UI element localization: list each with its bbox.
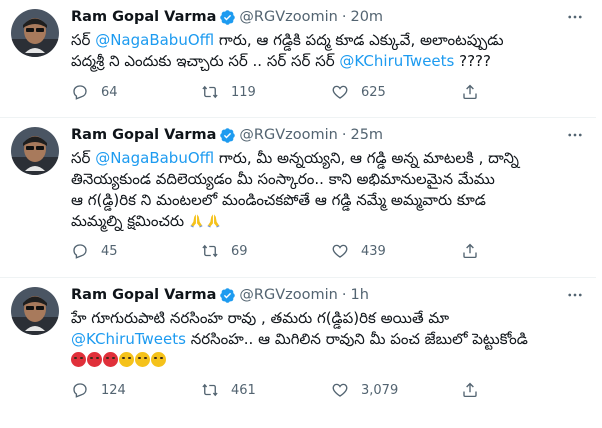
author-name[interactable]: Ram Gopal Varma <box>71 125 216 145</box>
reply-button[interactable]: 45 <box>71 242 201 260</box>
author-name[interactable]: Ram Gopal Varma <box>71 7 216 27</box>
retweet-button[interactable]: 461 <box>201 381 331 399</box>
like-count: 3,079 <box>361 382 399 398</box>
separator-dot: · <box>341 287 347 303</box>
angry-face-emoji-icon <box>103 352 118 367</box>
author-handle[interactable]: @RGVzoomin <box>239 125 337 145</box>
tweet-text-line: మమ్మల్ని క్షమించరు <box>71 211 581 232</box>
mention-link[interactable]: @KChiruTweets <box>339 52 454 70</box>
heart-icon <box>332 383 348 397</box>
tweet-text-run: గారు, ఆ గడ్డికి పద్మ కూడ ఎక్కువే, అలాంటప… <box>214 31 504 49</box>
reply-button[interactable]: 64 <box>71 83 201 101</box>
reply-count: 45 <box>101 243 118 259</box>
tweet-text: సర్ @NagaBabuOffl గారు, ఆ గడ్డికి పద్మ క… <box>71 30 581 72</box>
more-options-icon[interactable] <box>566 126 584 144</box>
separator-dot: · <box>341 9 347 25</box>
tweet-text-run: సర్ <box>71 149 96 167</box>
tweet-text-line: సర్ @NagaBabuOffl గారు, మీ అన్నయ్యని, ఆ … <box>71 148 581 169</box>
avatar[interactable] <box>11 9 59 57</box>
tweet-actions: 64 119 625 <box>71 82 501 102</box>
tweet-text-run: సర్ <box>71 31 96 49</box>
retweet-button[interactable]: 69 <box>201 242 331 260</box>
tweet-actions: 124 461 3,079 <box>71 380 501 400</box>
tweet-text-run: ???? <box>454 52 491 70</box>
folded-hands-emoji-icon <box>189 213 204 228</box>
tweet[interactable]: Ram Gopal Varma @RGVzoomin · 20m సర్ @Na… <box>0 0 596 118</box>
retweet-icon <box>202 383 218 397</box>
like-button[interactable]: 439 <box>331 242 461 260</box>
verified-badge-icon <box>219 287 236 304</box>
tweet-timestamp[interactable]: 25m <box>350 125 383 145</box>
tweet-text-line: హే గూగురుపాటి నరసింహ రావు , తమరు గ(డ్డిప… <box>71 308 581 329</box>
relieved-face-emoji-icon <box>135 352 150 367</box>
share-icon <box>463 243 477 259</box>
share-button[interactable] <box>461 83 491 101</box>
heart-icon <box>332 244 348 258</box>
reply-count: 124 <box>101 382 126 398</box>
separator-dot: · <box>341 127 347 143</box>
retweet-icon <box>202 85 218 99</box>
tweet[interactable]: Ram Gopal Varma @RGVzoomin · 25m సర్ @Na… <box>0 118 596 278</box>
relieved-face-emoji-icon <box>151 352 166 367</box>
like-count: 439 <box>361 243 386 259</box>
author-name[interactable]: Ram Gopal Varma <box>71 285 216 305</box>
tweet-header: Ram Gopal Varma @RGVzoomin · 20m <box>71 7 383 27</box>
more-options-icon[interactable] <box>566 286 584 304</box>
relieved-face-emoji-icon <box>119 352 134 367</box>
share-button[interactable] <box>461 381 491 399</box>
angry-face-emoji-icon <box>87 352 102 367</box>
like-count: 625 <box>361 84 386 100</box>
mention-link[interactable]: @NagaBabuOffl <box>95 31 214 49</box>
angry-face-emoji-icon <box>71 352 86 367</box>
author-handle[interactable]: @RGVzoomin <box>239 285 337 305</box>
tweet-timestamp[interactable]: 20m <box>350 7 383 27</box>
share-icon <box>463 84 477 100</box>
tweet-text-line: ఆ గ(డ్డి)రిక ని మంటలలో మండించకపోతే ఆ గడ్… <box>71 190 581 211</box>
tweet-text-run: ఆ గ(డ్డి)రిక ని మంటలలో మండించకపోతే ఆ గడ్… <box>71 191 486 209</box>
reply-button[interactable]: 124 <box>71 381 201 399</box>
reply-count: 64 <box>101 84 118 100</box>
tweet-text-run: పద్మశ్రీ ని ఎందుకు ఇచ్చారు సర్ .. సర్ సర… <box>71 52 340 70</box>
tweet-actions: 45 69 439 <box>71 241 501 261</box>
share-icon <box>463 382 477 398</box>
reply-icon <box>73 383 87 398</box>
tweet-header: Ram Gopal Varma @RGVzoomin · 1h <box>71 285 369 305</box>
retweet-count: 119 <box>231 84 256 100</box>
tweet-text: హే గూగురుపాటి నరసింహ రావు , తమరు గ(డ్డిప… <box>71 308 581 371</box>
tweet[interactable]: Ram Gopal Varma @RGVzoomin · 1h హే గూగుర… <box>0 278 596 428</box>
more-options-icon[interactable] <box>566 8 584 26</box>
tweet-feed: Ram Gopal Varma @RGVzoomin · 20m సర్ @Na… <box>0 0 602 428</box>
tweet-text-run: నరసింహ.. ఆ మిగిలిన రావుని మీ పంచ జేబులో … <box>185 330 528 348</box>
tweet-text-run: మమ్మల్ని క్షమించరు <box>71 212 189 230</box>
like-button[interactable]: 3,079 <box>331 381 461 399</box>
share-button[interactable] <box>461 242 491 260</box>
retweet-count: 69 <box>231 243 248 259</box>
tweet-text-line: తినెయ్యకుండ వదిలెయ్యడం మీ సంస్కారం.. కాన… <box>71 169 581 190</box>
like-button[interactable]: 625 <box>331 83 461 101</box>
tweet-text-run: హే గూగురుపాటి నరసింహ రావు , తమరు గ(డ్డిప… <box>71 309 450 327</box>
tweet-text: సర్ @NagaBabuOffl గారు, మీ అన్నయ్యని, ఆ … <box>71 148 581 232</box>
tweet-text-line: పద్మశ్రీ ని ఎందుకు ఇచ్చారు సర్ .. సర్ సర… <box>71 51 581 72</box>
verified-badge-icon <box>219 9 236 26</box>
tweet-text-line <box>71 350 581 371</box>
tweet-text-line: సర్ @NagaBabuOffl గారు, ఆ గడ్డికి పద్మ క… <box>71 30 581 51</box>
reply-icon <box>73 85 87 100</box>
tweet-text-line: @KChiruTweets నరసింహ.. ఆ మిగిలిన రావుని … <box>71 329 581 350</box>
author-handle[interactable]: @RGVzoomin <box>239 7 337 27</box>
mention-link[interactable]: @KChiruTweets <box>71 330 186 348</box>
mention-link[interactable]: @NagaBabuOffl <box>95 149 214 167</box>
reply-icon <box>73 244 87 259</box>
heart-icon <box>332 85 348 99</box>
verified-badge-icon <box>219 127 236 144</box>
avatar[interactable] <box>11 127 59 175</box>
tweet-header: Ram Gopal Varma @RGVzoomin · 25m <box>71 125 383 145</box>
retweet-count: 461 <box>231 382 256 398</box>
tweet-text-run: తినెయ్యకుండ వదిలెయ్యడం మీ సంస్కారం.. కాన… <box>71 170 495 188</box>
retweet-icon <box>202 244 218 258</box>
avatar[interactable] <box>11 287 59 335</box>
folded-hands-emoji-icon <box>206 213 221 228</box>
tweet-timestamp[interactable]: 1h <box>350 285 368 305</box>
tweet-text-run: గారు, మీ అన్నయ్యని, ఆ గడ్డి అన్న మాటలకి … <box>214 149 519 167</box>
retweet-button[interactable]: 119 <box>201 83 331 101</box>
